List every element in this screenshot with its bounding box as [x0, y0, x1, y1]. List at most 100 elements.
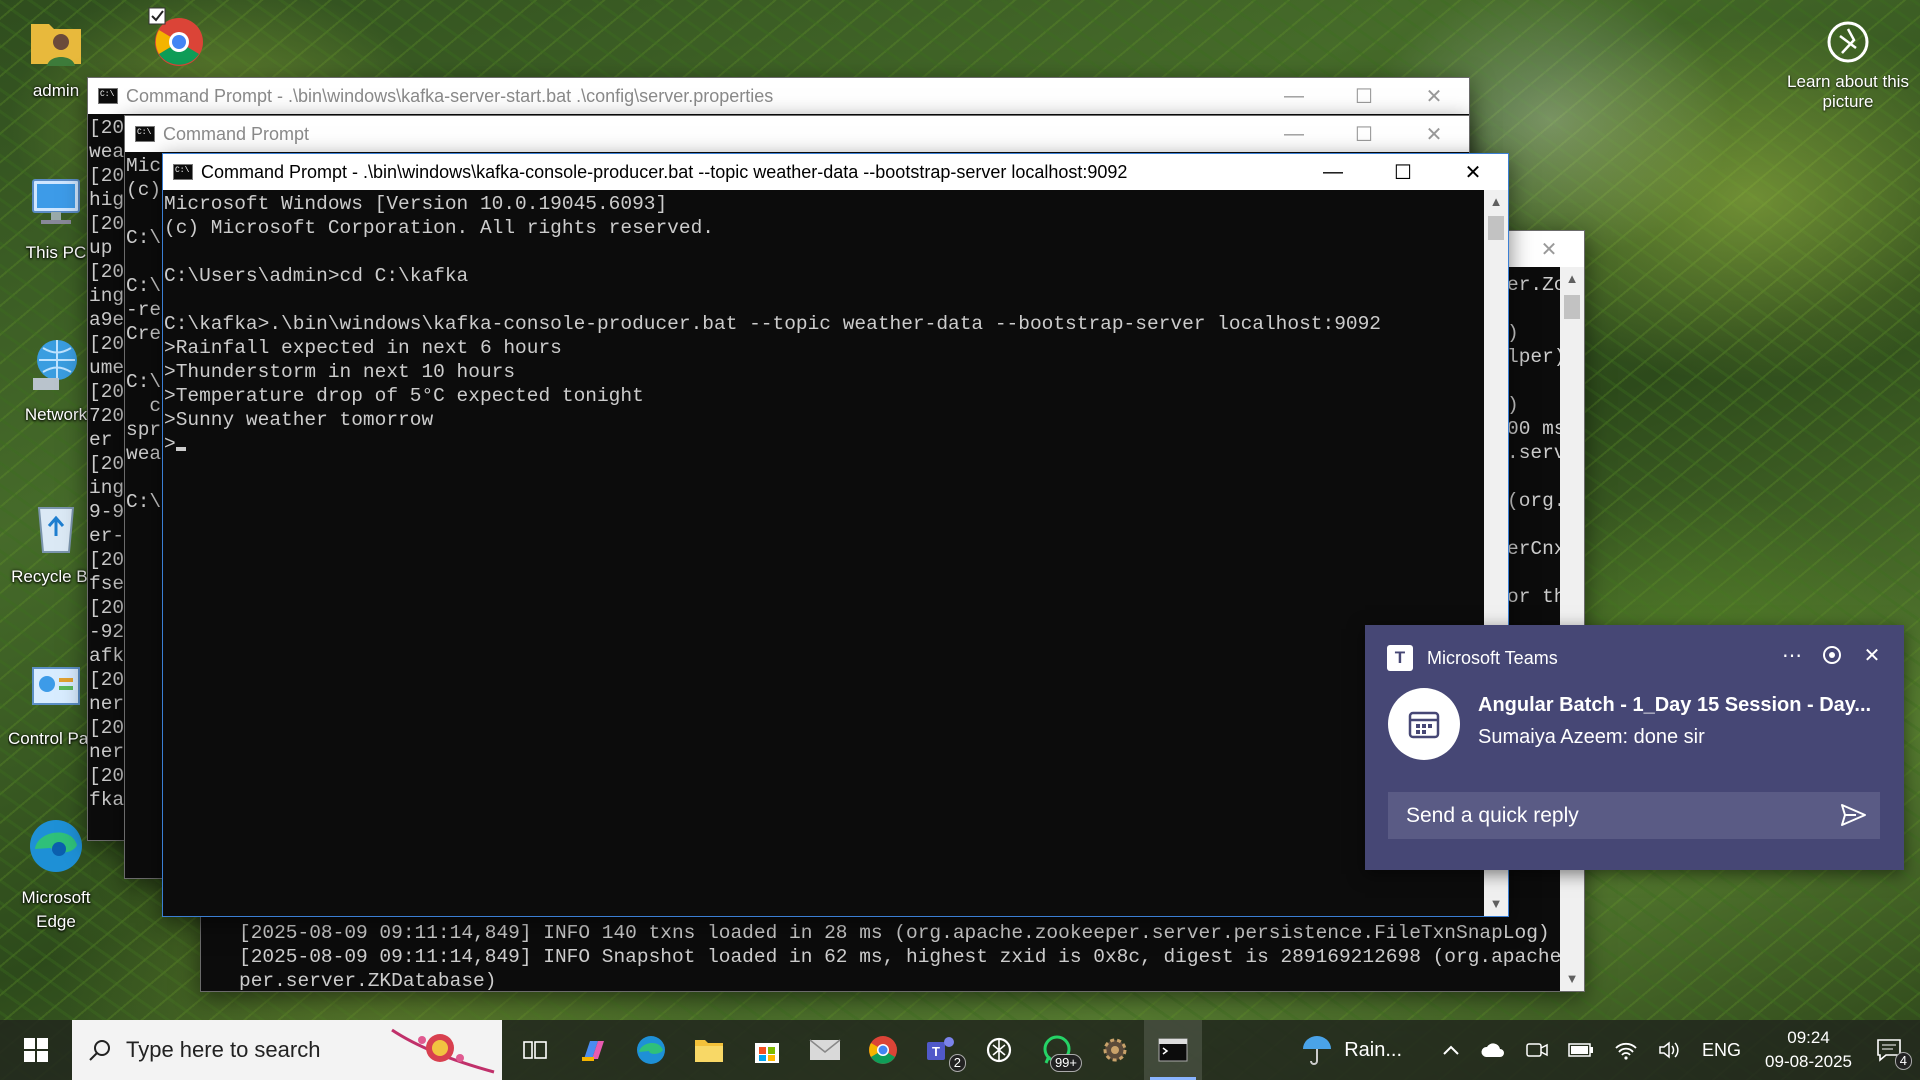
learn-about-picture[interactable]: Learn about this picture [1784, 20, 1912, 112]
notification-count-badge: 4 [1894, 1052, 1912, 1070]
cmd-icon [173, 164, 193, 180]
console-line: lper) [1507, 346, 1560, 368]
console-line: Microsoft Windows [Version 10.0.19045.60… [164, 193, 668, 215]
taskbar-app-task-view[interactable] [506, 1020, 564, 1080]
scroll-thumb[interactable] [1488, 216, 1504, 240]
scroll-down-icon[interactable]: ▼ [1560, 967, 1584, 991]
console-line: er.Zo [1507, 274, 1560, 296]
copilot-icon [578, 1035, 608, 1065]
scroll-down-icon[interactable]: ▼ [1484, 892, 1508, 916]
close-button[interactable]: ✕ [1399, 116, 1469, 152]
onedrive-tray[interactable] [1470, 1020, 1516, 1080]
terminal-icon [1158, 1037, 1188, 1063]
taskbar-app-mail[interactable] [796, 1020, 854, 1080]
app-badge: 2 [948, 1054, 966, 1072]
window-title: Command Prompt [163, 123, 310, 144]
console-line: ) [1507, 322, 1519, 344]
camera-icon [1526, 1043, 1548, 1057]
title-bar[interactable]: Command Prompt — ☐ ✕ [125, 116, 1469, 152]
console-line: (org. [1507, 490, 1560, 512]
window-kafka-producer[interactable]: Command Prompt - .\bin\windows\kafka-con… [162, 153, 1509, 917]
taskbar-app-copilot[interactable] [564, 1020, 622, 1080]
chrome-icon [148, 7, 203, 66]
maximize-button[interactable]: ☐ [1329, 116, 1399, 152]
console-line: C:\Users\admin>cd C:\kafka [164, 265, 469, 287]
title-bar[interactable]: Command Prompt - .\bin\windows\kafka-con… [163, 154, 1508, 190]
taskbar-app-edge[interactable] [622, 1020, 680, 1080]
app-badge: 99+ [1049, 1054, 1082, 1072]
teams-notification[interactable]: T Microsoft Teams ⋯ ✕ Angular Batch - 1_… [1365, 625, 1904, 870]
cmd-icon [135, 126, 155, 142]
taskbar-app-settings[interactable] [1086, 1020, 1144, 1080]
send-icon[interactable] [1838, 800, 1868, 830]
quick-reply-placeholder: Send a quick reply [1406, 803, 1579, 827]
search-highlight-icon [391, 1028, 495, 1074]
console-output[interactable]: Microsoft Windows [Version 10.0.19045.60… [163, 190, 1484, 916]
taskbar-app-whatsapp[interactable]: 99+ [1028, 1020, 1086, 1080]
console-line: [2025-08-09 09:11:14,849] INFO 140 txns … [239, 922, 1550, 944]
minimize-button[interactable]: — [1259, 116, 1329, 152]
taskbar-app-chatgpt[interactable] [970, 1020, 1028, 1080]
desktop-icon-chrome[interactable] [128, 6, 224, 77]
cmd-icon [98, 88, 118, 104]
minimize-button[interactable]: — [1259, 78, 1329, 114]
show-hidden-icons[interactable] [1432, 1020, 1470, 1080]
start-button[interactable] [0, 1020, 72, 1080]
title-bar[interactable]: Command Prompt - .\bin\windows\kafka-ser… [88, 78, 1469, 114]
mail-icon [809, 1038, 841, 1062]
taskbar-search[interactable]: Type here to search [72, 1020, 502, 1080]
taskbar-app-chrome[interactable] [854, 1020, 912, 1080]
notification-settings-icon[interactable] [1812, 639, 1852, 671]
clock[interactable]: 09:24 09-08-2025 [1751, 1026, 1866, 1074]
teams-logo-icon: T [1387, 645, 1413, 671]
taskbar-app-file-explorer[interactable] [680, 1020, 738, 1080]
notification-title: Angular Batch - 1_Day 15 Session - Day..… [1478, 694, 1872, 716]
user-folder-icon [31, 24, 81, 66]
console-output-bottom[interactable]: [2025-08-09 09:11:14,849] INFO 140 txns … [239, 919, 1560, 991]
console-line: (c) Microsoft Corporation. All rights re… [164, 217, 714, 239]
close-button[interactable]: ✕ [1514, 231, 1584, 267]
close-button[interactable]: ✕ [1399, 78, 1469, 114]
console-line: >Thunderstorm in next 10 hours [164, 361, 516, 383]
desktop-icon-label: Microsoft Edge [21, 888, 91, 931]
text-cursor [175, 447, 186, 451]
language-indicator[interactable]: ENG [1692, 1020, 1751, 1080]
console-line: 00 ms [1507, 418, 1560, 440]
battery-tray[interactable] [1558, 1020, 1604, 1080]
notification-message: Sumaiya Azeem: done sir [1478, 726, 1705, 748]
console-line: >Sunny weather tomorrow [164, 409, 434, 431]
taskbar-app-store[interactable] [738, 1020, 796, 1080]
maximize-button[interactable]: ☐ [1329, 78, 1399, 114]
close-button[interactable]: ✕ [1438, 154, 1508, 190]
speaker-icon [1659, 1041, 1679, 1059]
quick-reply-input[interactable]: Send a quick reply [1388, 792, 1880, 839]
wifi-tray[interactable] [1604, 1020, 1648, 1080]
more-options-icon[interactable]: ⋯ [1772, 639, 1812, 671]
minimize-button[interactable]: — [1298, 154, 1368, 190]
folder-icon [693, 1036, 725, 1064]
console-line: or th [1507, 586, 1560, 608]
close-icon[interactable]: ✕ [1852, 639, 1892, 671]
scroll-thumb[interactable] [1564, 295, 1580, 319]
teams-app-name: Microsoft Teams [1427, 647, 1558, 668]
weather-widget[interactable]: Rain... [1290, 1020, 1432, 1080]
system-tray: Rain... ENG 09:24 09-08-2025 4 [1290, 1020, 1920, 1080]
action-center[interactable]: 4 [1866, 1020, 1920, 1080]
maximize-button[interactable]: ☐ [1368, 154, 1438, 190]
control-panel-icon [32, 667, 80, 705]
wifi-icon [1615, 1042, 1637, 1060]
volume-tray[interactable] [1648, 1020, 1692, 1080]
taskbar-app-teams[interactable]: T2 [912, 1020, 970, 1080]
taskbar-app-command-prompt[interactable] [1144, 1020, 1202, 1080]
store-icon [752, 1035, 782, 1065]
scroll-up-icon[interactable]: ▲ [1484, 190, 1508, 214]
scroll-up-icon[interactable]: ▲ [1560, 267, 1584, 291]
calendar-avatar [1388, 688, 1460, 760]
meet-now-tray[interactable] [1516, 1020, 1558, 1080]
